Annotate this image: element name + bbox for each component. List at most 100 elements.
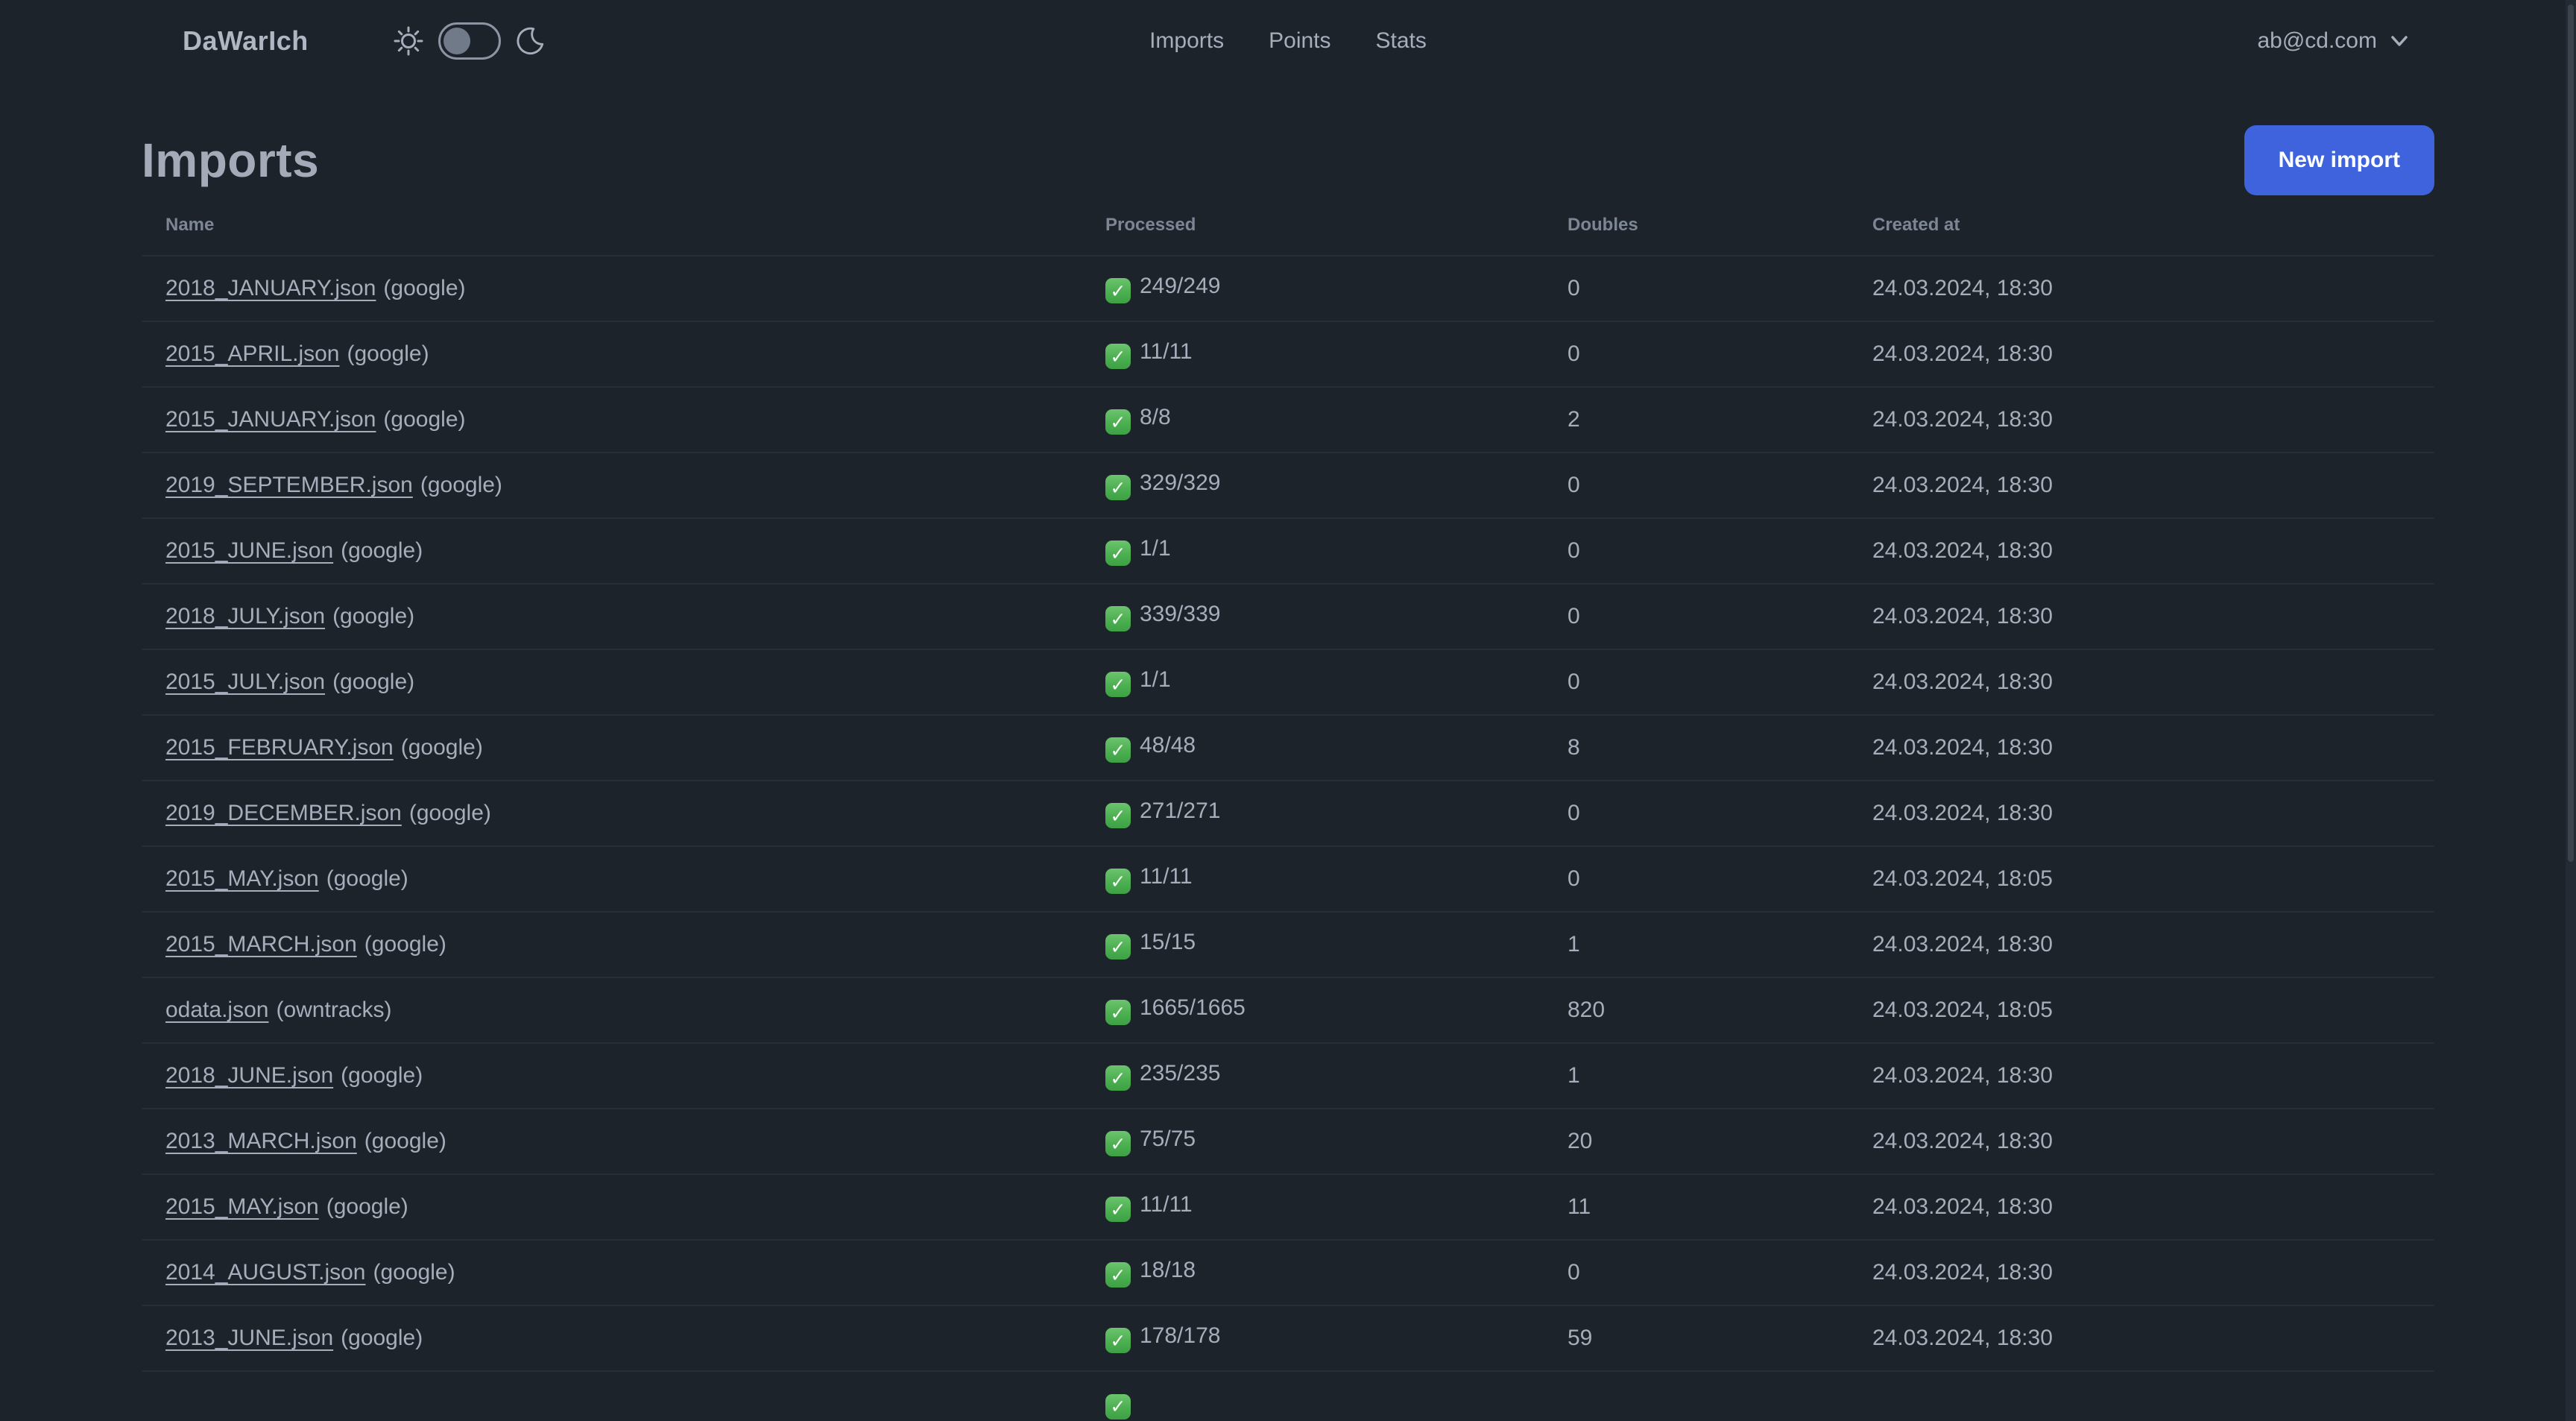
- check-icon: ✓: [1105, 1328, 1131, 1354]
- name-cell: [142, 1370, 1082, 1421]
- import-file-link[interactable]: 2018_JANUARY.json: [165, 276, 376, 300]
- import-file-link[interactable]: 2018_JUNE.json: [165, 1063, 333, 1088]
- processed-cell: ✓ 18/18: [1082, 1239, 1544, 1305]
- check-glyph: ✓: [1110, 1132, 1126, 1155]
- import-file-link[interactable]: 2019_SEPTEMBER.json: [165, 473, 413, 497]
- check-icon: ✓: [1105, 475, 1131, 501]
- import-file-link[interactable]: 2015_JANUARY.json: [165, 407, 376, 432]
- import-source: (google): [332, 669, 415, 694]
- name-cell: 2015_JULY.json (google): [142, 649, 1082, 715]
- doubles-count: 0: [1568, 276, 1580, 300]
- app-header: DaWarIch Imports Points Stats ab@cd.com: [0, 0, 2576, 82]
- doubles-count: 0: [1568, 669, 1580, 694]
- check-glyph: ✓: [1110, 1264, 1126, 1286]
- created-at-cell: 24.03.2024, 18:30: [1849, 649, 2434, 715]
- name-cell: 2019_SEPTEMBER.json (google): [142, 452, 1082, 518]
- check-icon: ✓: [1105, 1065, 1131, 1091]
- scrollbar[interactable]: [2566, 0, 2576, 1421]
- app-logo[interactable]: DaWarIch: [183, 25, 309, 57]
- import-file-link[interactable]: 2015_MAY.json: [165, 866, 319, 891]
- import-file-link[interactable]: 2013_JUNE.json: [165, 1326, 333, 1350]
- nav-item-points[interactable]: Points: [1269, 28, 1330, 54]
- header-left: DaWarIch: [183, 22, 546, 60]
- import-file-link[interactable]: 2013_MARCH.json: [165, 1129, 357, 1153]
- imports-table: Name Processed Doubles Created at 2018_J…: [142, 195, 2434, 1421]
- import-file-link[interactable]: 2018_JULY.json: [165, 604, 325, 628]
- name-cell: 2018_JANUARY.json (google): [142, 256, 1082, 321]
- processed-count: 235/235: [1140, 1060, 1221, 1086]
- import-file-link[interactable]: 2015_MARCH.json: [165, 932, 357, 957]
- check-icon: ✓: [1105, 606, 1131, 632]
- doubles-cell: 0: [1544, 1239, 1849, 1305]
- name-cell: 2015_MARCH.json (google): [142, 911, 1082, 977]
- created-at-cell: 24.03.2024, 18:30: [1849, 1239, 2434, 1305]
- import-file-link[interactable]: 2014_AUGUST.json: [165, 1260, 365, 1285]
- table-row: 2015_JANUARY.json (google) ✓ 8/8 2 24.03.2…: [142, 386, 2434, 453]
- processed-cell: ✓ 11/11: [1082, 321, 1544, 387]
- doubles-cell: 0: [1544, 452, 1849, 518]
- created-at: 24.03.2024, 18:30: [1872, 1194, 2053, 1219]
- processed-count: 178/178: [1140, 1323, 1221, 1348]
- processed-cell: ✓ 329/329: [1082, 452, 1544, 518]
- check-glyph: ✓: [1110, 345, 1126, 368]
- column-header-created-at: Created at: [1849, 195, 2434, 256]
- imports-table-body: 2018_JANUARY.json (google) ✓ 249/249 0 24.…: [142, 256, 2434, 1421]
- import-source: (owntracks): [276, 998, 392, 1022]
- processed-count: 8/8: [1140, 404, 1171, 429]
- import-file-link[interactable]: odata.json: [165, 998, 268, 1022]
- main-nav: Imports Points Stats: [1149, 0, 1427, 82]
- processed-cell: ✓ 11/11: [1082, 845, 1544, 912]
- table-row: 2015_MARCH.json (google) ✓ 15/15 1 24.03.2…: [142, 911, 2434, 977]
- name-cell: 2015_JANUARY.json (google): [142, 386, 1082, 453]
- scrollbar-thumb[interactable]: [2568, 4, 2574, 862]
- theme-toggle[interactable]: [392, 22, 546, 60]
- page-title: Imports: [142, 133, 320, 187]
- table-row: 2015_MAY.json (google) ✓ 11/11 0 24.03.202…: [142, 845, 2434, 912]
- processed-cell: ✓ 75/75: [1082, 1108, 1544, 1174]
- theme-switch-knob: [443, 28, 470, 54]
- check-icon: ✓: [1105, 541, 1131, 567]
- created-at: 24.03.2024, 18:30: [1872, 538, 2053, 563]
- theme-switch[interactable]: [438, 22, 501, 60]
- processed-cell: ✓ 271/271: [1082, 780, 1544, 846]
- check-glyph: ✓: [1110, 1396, 1126, 1418]
- processed-count: 11/11: [1140, 1191, 1193, 1217]
- processed-count: 48/48: [1140, 732, 1196, 757]
- processed-cell: ✓ 8/8: [1082, 386, 1544, 453]
- table-row: odata.json (owntracks) ✓ 1665/1665 820 24.…: [142, 977, 2434, 1043]
- table-row: 2015_JUNE.json (google) ✓ 1/1 0 24.03.2024…: [142, 517, 2434, 584]
- created-at-cell: 24.03.2024, 18:30: [1849, 1305, 2434, 1371]
- name-cell: 2013_MARCH.json (google): [142, 1108, 1082, 1174]
- import-file-link[interactable]: 2015_JUNE.json: [165, 538, 333, 563]
- import-file-link[interactable]: 2015_JULY.json: [165, 669, 325, 694]
- import-source: (google): [347, 341, 429, 366]
- processed-cell: ✓ 339/339: [1082, 583, 1544, 649]
- table-row: 2014_AUGUST.json (google) ✓ 18/18 0 24.03.…: [142, 1239, 2434, 1305]
- created-at-cell: 24.03.2024, 18:30: [1849, 1173, 2434, 1240]
- processed-count: 11/11: [1140, 863, 1193, 889]
- check-icon: ✓: [1105, 1197, 1131, 1223]
- created-at-cell: 24.03.2024, 18:30: [1849, 517, 2434, 584]
- check-glyph: ✓: [1110, 804, 1126, 827]
- user-menu[interactable]: ab@cd.com: [2257, 28, 2411, 54]
- import-source: (google): [408, 801, 491, 825]
- moon-icon: [517, 27, 543, 55]
- created-at: 24.03.2024, 18:30: [1872, 669, 2053, 694]
- import-file-link[interactable]: 2019_DECEMBER.json: [165, 801, 402, 825]
- import-file-link[interactable]: 2015_FEBRUARY.json: [165, 735, 394, 760]
- import-file-link[interactable]: 2015_MAY.json: [165, 1194, 319, 1219]
- name-cell: 2018_JUNE.json (google): [142, 1042, 1082, 1109]
- import-source: (google): [341, 538, 423, 563]
- sun-icon: [394, 26, 423, 56]
- nav-item-stats[interactable]: Stats: [1376, 28, 1427, 54]
- nav-item-imports[interactable]: Imports: [1149, 28, 1224, 54]
- import-file-link[interactable]: 2015_APRIL.json: [165, 341, 340, 366]
- name-cell: 2015_MAY.json (google): [142, 845, 1082, 912]
- import-source: (google): [383, 276, 466, 300]
- table-row: 2013_MARCH.json (google) ✓ 75/75 20 24.03.…: [142, 1108, 2434, 1174]
- doubles-count: 20: [1568, 1129, 1593, 1153]
- processed-count: 249/249: [1140, 273, 1221, 298]
- doubles-cell: 1: [1544, 911, 1849, 977]
- processed-cell: ✓ 48/48: [1082, 714, 1544, 781]
- new-import-button[interactable]: New import: [2244, 125, 2434, 195]
